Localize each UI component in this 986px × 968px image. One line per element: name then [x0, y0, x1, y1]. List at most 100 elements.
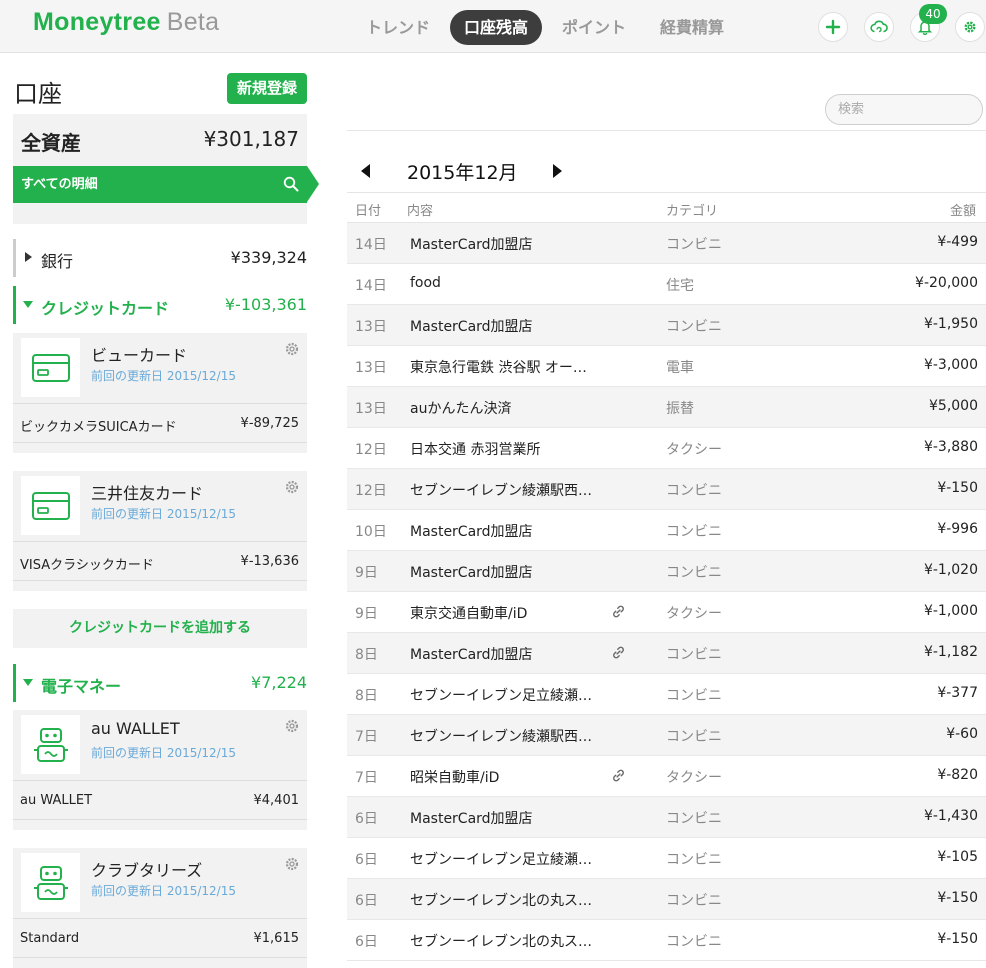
total-assets-value: ¥301,187 [203, 127, 299, 151]
group-credit-label: クレジットカード [41, 299, 170, 318]
sub-account-value: ¥1,615 [253, 931, 300, 946]
row-category[interactable]: コンビニ [666, 849, 722, 869]
cloud-sync-icon [870, 20, 888, 33]
search-icon [283, 176, 299, 192]
table-row[interactable]: 7日 昭栄自動車/iD タクシー ¥-820 [347, 756, 986, 797]
row-category[interactable]: コンビニ [666, 726, 722, 746]
link-icon[interactable] [611, 645, 626, 660]
group-credit[interactable]: クレジットカード ¥-103,361 [13, 286, 307, 324]
account-card[interactable]: ビューカード 前回の更新日 2015/12/15 ビックカメラSUICAカード … [13, 333, 307, 453]
row-category[interactable]: コンビニ [666, 685, 722, 705]
row-category[interactable]: コンビニ [666, 890, 722, 910]
row-category[interactable]: コンビニ [666, 808, 722, 828]
table-row[interactable]: 13日 auかんたん決済 振替 ¥5,000 [347, 387, 986, 428]
add-credit-card-button[interactable]: クレジットカードを追加する [13, 609, 307, 648]
sync-button[interactable] [864, 12, 894, 42]
row-amount: ¥-150 [937, 890, 978, 906]
table-row[interactable]: 6日 セブンーイレブン北の丸ス… コンビニ ¥-150 [347, 879, 986, 920]
table-row[interactable]: 12日 日本交通 赤羽営業所 タクシー ¥-3,880 [347, 428, 986, 469]
link-icon[interactable] [611, 604, 626, 619]
gear-icon[interactable] [284, 718, 300, 734]
row-category[interactable]: コンビニ [666, 521, 722, 541]
gear-icon[interactable] [284, 479, 300, 495]
row-category[interactable]: タクシー [666, 767, 722, 787]
current-month: 2015年12月 [407, 162, 518, 184]
table-row[interactable]: 8日 セブンーイレブン足立綾瀬… コンビニ ¥-377 [347, 674, 986, 715]
add-button[interactable] [818, 12, 848, 42]
row-category[interactable]: コンビニ [666, 480, 722, 500]
sub-account-row[interactable]: Standard ¥1,615 [13, 918, 307, 958]
next-month-icon[interactable] [553, 164, 562, 178]
row-category[interactable]: コンビニ [666, 931, 722, 951]
row-amount: ¥-1,950 [923, 316, 978, 332]
account-name: ビューカード [91, 346, 188, 365]
account-card[interactable]: クラブタリーズ 前回の更新日 2015/12/15 Standard ¥1,61… [13, 848, 307, 968]
row-description: auかんたん決済 [410, 401, 512, 417]
table-row[interactable]: 6日 MasterCard加盟店 コンビニ ¥-1,430 [347, 797, 986, 838]
table-row[interactable]: 12日 セブンーイレブン綾瀬駅西… コンビニ ¥-150 [347, 469, 986, 510]
table-row[interactable]: 9日 MasterCard加盟店 コンビニ ¥-1,020 [347, 551, 986, 592]
table-row[interactable]: 6日 セブンーイレブン足立綾瀬… コンビニ ¥-105 [347, 838, 986, 879]
row-category[interactable]: コンビニ [666, 644, 722, 664]
row-category[interactable]: タクシー [666, 603, 722, 623]
row-amount: ¥5,000 [929, 398, 978, 414]
group-emoney[interactable]: 電子マネー ¥7,224 [13, 664, 307, 702]
sub-account-name: ビックカメラSUICAカード [20, 420, 177, 435]
app-logo[interactable]: Moneytree Beta [33, 8, 219, 37]
sub-account-name: au WALLET [20, 793, 93, 808]
col-amount[interactable]: 金額 [950, 200, 976, 219]
account-card[interactable]: au WALLET 前回の更新日 2015/12/15 au WALLET ¥4… [13, 710, 307, 830]
link-icon[interactable] [611, 768, 626, 783]
tab-expenses[interactable]: 経費精算 [646, 10, 738, 45]
row-category[interactable]: 電車 [666, 357, 694, 377]
search-input[interactable] [825, 94, 983, 125]
credit-card-icon [21, 338, 80, 397]
table-row[interactable]: 13日 MasterCard加盟店 コンビニ ¥-1,950 [347, 305, 986, 346]
gear-icon[interactable] [284, 341, 300, 357]
col-desc[interactable]: 内容 [407, 200, 433, 219]
table-row[interactable]: 14日 food 住宅 ¥-20,000 [347, 264, 986, 305]
sub-account-row[interactable]: VISAクラシックカード ¥-13,636 [13, 541, 307, 581]
tab-trend[interactable]: トレンド [352, 10, 444, 45]
table-row[interactable]: 8日 MasterCard加盟店 コンビニ ¥-1,182 [347, 633, 986, 674]
row-description: 東京交通自動車/iD [410, 606, 528, 622]
row-description: 東京急行電鉄 渋谷駅 オー… [410, 360, 587, 376]
table-row[interactable]: 7日 セブンーイレブン綾瀬駅西… コンビニ ¥-60 [347, 715, 986, 756]
gear-icon[interactable] [284, 856, 300, 872]
row-date: 14日 [355, 278, 387, 294]
col-date[interactable]: 日付 [355, 200, 381, 219]
sub-account-value: ¥-89,725 [240, 416, 299, 431]
row-date: 14日 [355, 237, 387, 253]
sub-account-value: ¥4,401 [253, 793, 300, 808]
all-transactions-button[interactable]: すべての明細 [13, 166, 307, 203]
settings-button[interactable] [955, 12, 985, 42]
row-description: MasterCard加盟店 [410, 319, 533, 335]
row-amount: ¥-105 [937, 849, 978, 865]
table-row[interactable]: 14日 MasterCard加盟店 コンビニ ¥-499 [347, 223, 986, 264]
row-date: 9日 [355, 565, 378, 581]
sub-account-row[interactable]: ビックカメラSUICAカード ¥-89,725 [13, 403, 307, 443]
row-amount: ¥-996 [937, 521, 978, 537]
prev-month-icon[interactable] [361, 164, 370, 178]
col-category[interactable]: カテゴリ [666, 200, 718, 219]
group-bank[interactable]: 銀行 ¥339,324 [13, 239, 307, 277]
table-row[interactable]: 9日 東京交通自動車/iD タクシー ¥-1,000 [347, 592, 986, 633]
account-card[interactable]: 三井住友カード 前回の更新日 2015/12/15 VISAクラシックカード ¥… [13, 471, 307, 591]
row-category[interactable]: 振替 [666, 398, 694, 418]
row-category[interactable]: コンビニ [666, 234, 722, 254]
row-category[interactable]: コンビニ [666, 316, 722, 336]
row-category[interactable]: 住宅 [666, 275, 694, 295]
table-row[interactable]: 13日 東京急行電鉄 渋谷駅 オー… 電車 ¥-3,000 [347, 346, 986, 387]
row-category[interactable]: タクシー [666, 439, 722, 459]
row-description: food [410, 275, 441, 291]
table-row[interactable]: 6日 セブンーイレブン北の丸ス… コンビニ ¥-150 [347, 920, 986, 961]
caret-down-icon [23, 301, 33, 308]
new-account-button[interactable]: 新規登録 [227, 73, 307, 104]
group-credit-bar [13, 286, 16, 324]
tab-balance[interactable]: 口座残高 [450, 10, 543, 45]
tab-points[interactable]: ポイント [548, 10, 640, 45]
credit-card-icon [21, 476, 80, 535]
sub-account-row[interactable]: au WALLET ¥4,401 [13, 780, 307, 820]
table-row[interactable]: 10日 MasterCard加盟店 コンビニ ¥-996 [347, 510, 986, 551]
row-category[interactable]: コンビニ [666, 562, 722, 582]
